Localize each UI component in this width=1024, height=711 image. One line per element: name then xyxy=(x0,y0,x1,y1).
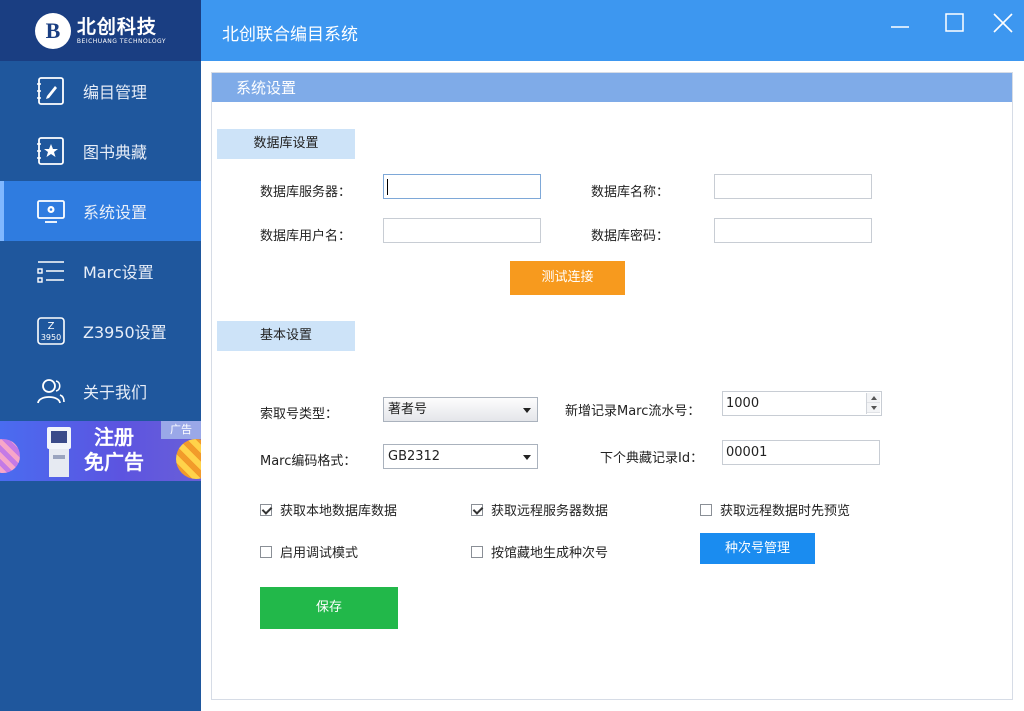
checkbox-box[interactable] xyxy=(471,503,483,516)
ad-line1: 注册 xyxy=(94,425,134,449)
stepper-up-button[interactable] xyxy=(867,393,880,403)
logo-en: BEICHUANG TECHNOLOGY xyxy=(76,37,167,45)
panel-header: 系统设置 xyxy=(212,73,1012,102)
marc-encoding-select[interactable]: GB2312 xyxy=(383,444,538,469)
close-button[interactable] xyxy=(990,10,1016,36)
checkbox-local-db[interactable]: 获取本地数据库数据 xyxy=(260,500,397,519)
checkbox-preview-remote[interactable]: 获取远程数据时先预览 xyxy=(700,500,850,519)
edit-book-icon xyxy=(36,76,66,106)
db-password-input[interactable] xyxy=(714,218,872,243)
close-icon xyxy=(993,13,1013,33)
settings-panel: 系统设置 数据库设置 数据库服务器： 数据库名称： 数据库用户名： 数据库密码：… xyxy=(211,72,1013,700)
z3950-icon: Z 3950 xyxy=(36,316,66,346)
logo-name: 北创科技 xyxy=(76,15,157,38)
maximize-icon xyxy=(945,13,964,32)
db-password-label: 数据库密码： xyxy=(591,229,670,244)
db-name-label: 数据库名称： xyxy=(591,185,670,200)
section-database: 数据库设置 xyxy=(217,129,355,159)
db-user-label: 数据库用户名： xyxy=(260,229,352,244)
checkbox-debug-mode[interactable]: 启用调试模式 xyxy=(260,542,358,561)
checkbox-box[interactable] xyxy=(260,503,272,516)
ad-banner[interactable]: 注册 免广告 广告 xyxy=(0,421,201,481)
db-server-input[interactable] xyxy=(383,174,541,199)
text-caret xyxy=(387,179,388,195)
db-server-label: 数据库服务器： xyxy=(260,185,352,200)
sidebar-item-label: 编目管理 xyxy=(83,83,148,102)
checkbox-label: 启用调试模式 xyxy=(280,546,359,561)
sidebar-item-label: 关于我们 xyxy=(83,383,148,402)
test-connection-button[interactable]: 测试连接 xyxy=(510,261,625,295)
chevron-down-icon xyxy=(523,455,531,460)
db-user-input[interactable] xyxy=(383,218,541,243)
users-icon xyxy=(36,376,66,406)
checkbox-box[interactable] xyxy=(471,545,483,558)
sliders-icon xyxy=(36,256,66,286)
sidebar-item-label: 图书典藏 xyxy=(83,143,148,162)
kiosk-icon xyxy=(47,427,71,477)
sidebar-item-catalog[interactable]: 编目管理 xyxy=(0,61,201,121)
sidebar: B 北创科技 BEICHUANG TECHNOLOGY 编目管理 图书典藏 系统… xyxy=(0,0,201,711)
checkbox-label: 按馆藏地生成种次号 xyxy=(491,546,609,561)
sidebar-item-label: 系统设置 xyxy=(83,203,148,222)
call-number-type-select[interactable]: 著者号 xyxy=(383,397,538,422)
minimize-icon xyxy=(891,26,909,28)
sidebar-item-about[interactable]: 关于我们 xyxy=(0,361,201,421)
checkbox-box[interactable] xyxy=(700,503,712,516)
marc-encoding-label: Marc编码格式： xyxy=(260,454,357,469)
section-basic: 基本设置 xyxy=(217,321,355,351)
chevron-down-icon xyxy=(523,408,531,413)
checkbox-label: 获取本地数据库数据 xyxy=(280,504,398,519)
ad-decoration xyxy=(0,439,20,473)
next-id-input[interactable]: 00001 xyxy=(722,440,880,465)
sidebar-item-label: Marc设置 xyxy=(83,263,154,282)
ad-decoration xyxy=(176,439,201,479)
star-book-icon xyxy=(36,136,66,166)
sidebar-item-collection[interactable]: 图书典藏 xyxy=(0,121,201,181)
maximize-button[interactable] xyxy=(942,10,968,36)
sidebar-item-z3950[interactable]: Z 3950 Z3950设置 xyxy=(0,301,201,361)
marc-seq-stepper[interactable]: 1000 xyxy=(722,391,882,416)
marc-seq-label: 新增记录Marc流水号： xyxy=(565,404,701,419)
call-number-type-label: 索取号类型： xyxy=(260,407,339,422)
sidebar-item-settings[interactable]: 系统设置 xyxy=(0,181,201,241)
checkbox-location-seq[interactable]: 按馆藏地生成种次号 xyxy=(471,542,608,561)
seq-manage-button[interactable]: 种次号管理 xyxy=(700,533,815,564)
logo: B 北创科技 BEICHUANG TECHNOLOGY xyxy=(0,0,201,61)
minimize-button[interactable] xyxy=(887,10,913,36)
logo-mark: B xyxy=(34,12,71,49)
ad-line2: 免广告 xyxy=(84,450,144,474)
checkbox-box[interactable] xyxy=(260,545,272,558)
sidebar-item-label: Z3950设置 xyxy=(83,323,167,342)
window-title: 北创联合编目系统 xyxy=(222,25,358,45)
checkbox-remote-server[interactable]: 获取远程服务器数据 xyxy=(471,500,608,519)
stepper-down-button[interactable] xyxy=(867,403,880,413)
checkbox-label: 获取远程数据时先预览 xyxy=(720,504,851,519)
svg-text:3950: 3950 xyxy=(41,333,61,342)
sidebar-item-marc[interactable]: Marc设置 xyxy=(0,241,201,301)
save-button[interactable]: 保存 xyxy=(260,587,398,629)
db-name-input[interactable] xyxy=(714,174,872,199)
svg-text:Z: Z xyxy=(48,321,55,332)
next-id-label: 下个典藏记录Id： xyxy=(600,451,704,466)
ad-tag: 广告 xyxy=(161,421,201,439)
monitor-gear-icon xyxy=(36,196,66,226)
checkbox-label: 获取远程服务器数据 xyxy=(491,504,609,519)
title-bar: 北创联合编目系统 xyxy=(201,0,1024,61)
